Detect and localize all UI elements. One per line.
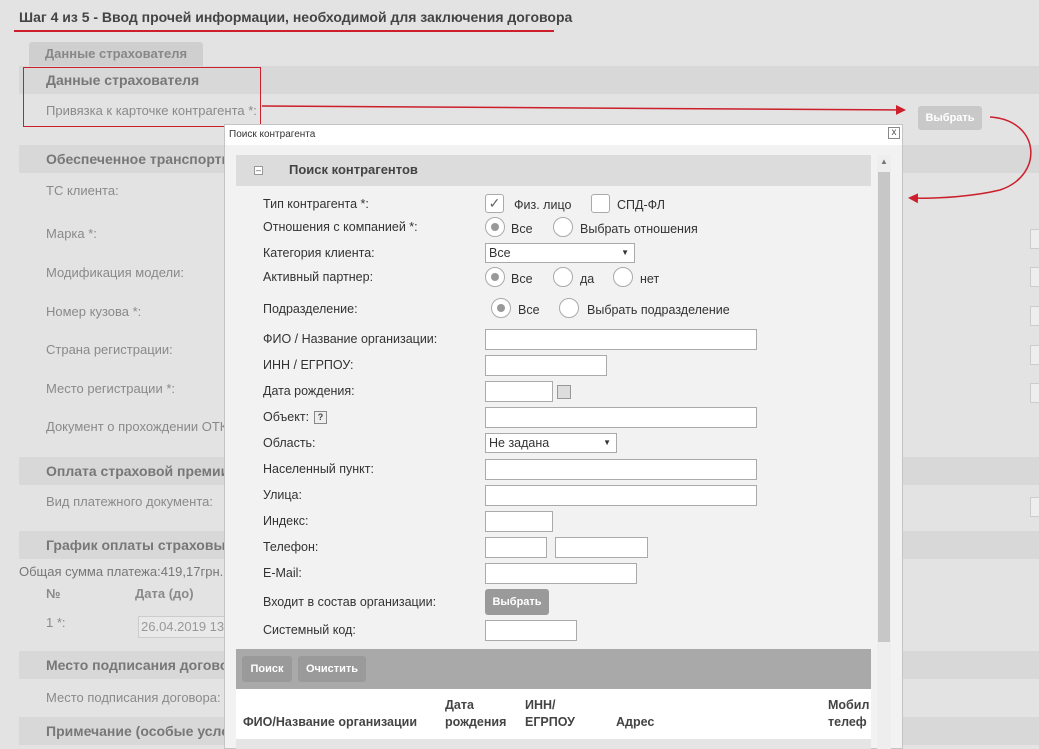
- category-label: Категория клиента:: [263, 246, 375, 260]
- active-no-radio[interactable]: [613, 267, 633, 287]
- name-input[interactable]: [485, 329, 757, 350]
- division-all-label: Все: [518, 303, 540, 317]
- relation-select-label: Выбрать отношения: [580, 222, 698, 236]
- type-spd-checkbox[interactable]: [591, 194, 610, 213]
- street-input[interactable]: [485, 485, 757, 506]
- help-icon[interactable]: ?: [314, 411, 327, 424]
- th-mobile[interactable]: телеф: [828, 714, 867, 730]
- type-individual-checkbox[interactable]: ✓: [485, 194, 504, 213]
- org-select-button[interactable]: Выбрать: [485, 589, 549, 615]
- type-individual-label: Физ. лицо: [514, 198, 572, 212]
- row-1-date-field[interactable]: 26.04.2019 13: [138, 616, 228, 638]
- body-number-label: Номер кузова *:: [46, 304, 142, 319]
- phone-label: Телефон:: [263, 540, 319, 554]
- collapse-icon[interactable]: –: [254, 166, 263, 175]
- object-label: Объект:: [263, 410, 310, 424]
- payment-doc-label: Вид платежного документа:: [46, 494, 213, 509]
- col-date: Дата (до): [135, 586, 194, 601]
- object-input[interactable]: [485, 407, 757, 428]
- tab-insured-data[interactable]: Данные страхователя: [29, 42, 203, 66]
- search-button[interactable]: Поиск: [242, 656, 292, 682]
- chevron-down-icon: ▼: [621, 248, 629, 257]
- annotation-box: [23, 67, 261, 127]
- place-field-stub[interactable]: [1030, 383, 1039, 403]
- country-field-stub[interactable]: [1030, 345, 1039, 365]
- org-member-label: Входит в состав организации:: [263, 595, 437, 609]
- birth-date-label: Дата рождения:: [263, 384, 355, 398]
- relation-select-radio[interactable]: [553, 217, 573, 237]
- relation-all-radio[interactable]: [485, 217, 505, 237]
- email-input[interactable]: [485, 563, 637, 584]
- scroll-up-icon[interactable]: ▲: [880, 157, 888, 166]
- total-sum: Общая сумма платежа:419,17грн.: [19, 564, 224, 579]
- step-title: Шаг 4 из 5 - Ввод прочей информации, нео…: [19, 9, 573, 25]
- settlement-label: Населенный пункт:: [263, 462, 374, 476]
- sign-place-label: Место подписания договора:: [46, 690, 221, 705]
- reg-place-label: Место регистрации *:: [46, 381, 175, 396]
- dialog-title: Поиск контрагента: [225, 125, 902, 145]
- category-select[interactable]: Все ▼: [485, 243, 635, 263]
- row-1-label: 1 *:: [46, 615, 66, 630]
- counterparty-search-dialog: Поиск контрагента x – Поиск контрагентов…: [224, 124, 903, 749]
- model-mod-label: Модификация модели:: [46, 265, 185, 280]
- col-number: №: [46, 586, 61, 601]
- email-label: E-Mail:: [263, 566, 302, 580]
- division-label: Подразделение:: [263, 302, 358, 316]
- clear-button[interactable]: Очистить: [298, 656, 366, 682]
- inspection-doc-label: Документ о прохождении ОТК: [46, 419, 228, 434]
- division-select-radio[interactable]: [559, 298, 579, 318]
- name-label: ФИО / Название организации:: [263, 332, 438, 346]
- active-yes-label: да: [580, 272, 595, 286]
- select-counterparty-button[interactable]: Выбрать: [918, 106, 982, 130]
- th-inn-line1: ИНН/: [525, 698, 556, 712]
- type-label: Тип контрагента *:: [263, 197, 369, 211]
- sys-code-label: Системный код:: [263, 623, 356, 637]
- th-birth-line1: Дата: [445, 698, 474, 712]
- body-field-stub[interactable]: [1030, 306, 1039, 326]
- model-field-stub[interactable]: [1030, 267, 1039, 287]
- brand-label: Марка *:: [46, 226, 97, 241]
- th-address[interactable]: Адрес: [616, 714, 654, 730]
- brand-field-stub[interactable]: [1030, 229, 1039, 249]
- type-spd-label: СПД-ФЛ: [617, 198, 665, 212]
- th-name[interactable]: ФИО/Название организации: [243, 714, 417, 730]
- index-input[interactable]: [485, 511, 553, 532]
- arrow-to-select-button: [261, 104, 906, 115]
- th-birth[interactable]: рождения: [445, 714, 506, 730]
- street-label: Улица:: [263, 488, 302, 502]
- inn-label: ИНН / ЕГРПОУ:: [263, 358, 354, 372]
- relation-label: Отношения с компанией *:: [263, 220, 418, 234]
- active-all-radio[interactable]: [485, 267, 505, 287]
- th-mobile-line1: Мобил: [828, 698, 870, 712]
- index-label: Индекс:: [263, 514, 309, 528]
- search-panel-title: Поиск контрагентов: [289, 162, 418, 177]
- th-inn[interactable]: ЕГРПОУ: [525, 714, 575, 730]
- region-select[interactable]: Не задана ▼: [485, 433, 617, 453]
- close-icon[interactable]: x: [888, 127, 900, 139]
- chevron-down-icon: ▼: [603, 438, 611, 447]
- scrollbar-thumb[interactable]: [878, 172, 890, 642]
- birth-date-input[interactable]: [485, 381, 553, 402]
- phone-code-input[interactable]: [485, 537, 547, 558]
- annotation-underline: [14, 30, 554, 32]
- calendar-icon[interactable]: [557, 385, 571, 399]
- region-label: Область:: [263, 436, 316, 450]
- results-table-body: [236, 739, 871, 749]
- sys-code-input[interactable]: [485, 620, 577, 641]
- reg-country-label: Страна регистрации:: [46, 342, 173, 357]
- settlement-input[interactable]: [485, 459, 757, 480]
- category-value: Все: [489, 246, 511, 260]
- active-partner-label: Активный партнер:: [263, 270, 374, 284]
- region-value: Не задана: [489, 436, 550, 450]
- relation-all-label: Все: [511, 222, 533, 236]
- inn-input[interactable]: [485, 355, 607, 376]
- payment-doc-field-stub[interactable]: [1030, 497, 1039, 517]
- phone-number-input[interactable]: [555, 537, 648, 558]
- active-yes-radio[interactable]: [553, 267, 573, 287]
- vehicle-label: ТС клиента:: [46, 183, 119, 198]
- division-all-radio[interactable]: [491, 298, 511, 318]
- division-select-label: Выбрать подразделение: [587, 303, 730, 317]
- active-all-label: Все: [511, 272, 533, 286]
- active-no-label: нет: [640, 272, 660, 286]
